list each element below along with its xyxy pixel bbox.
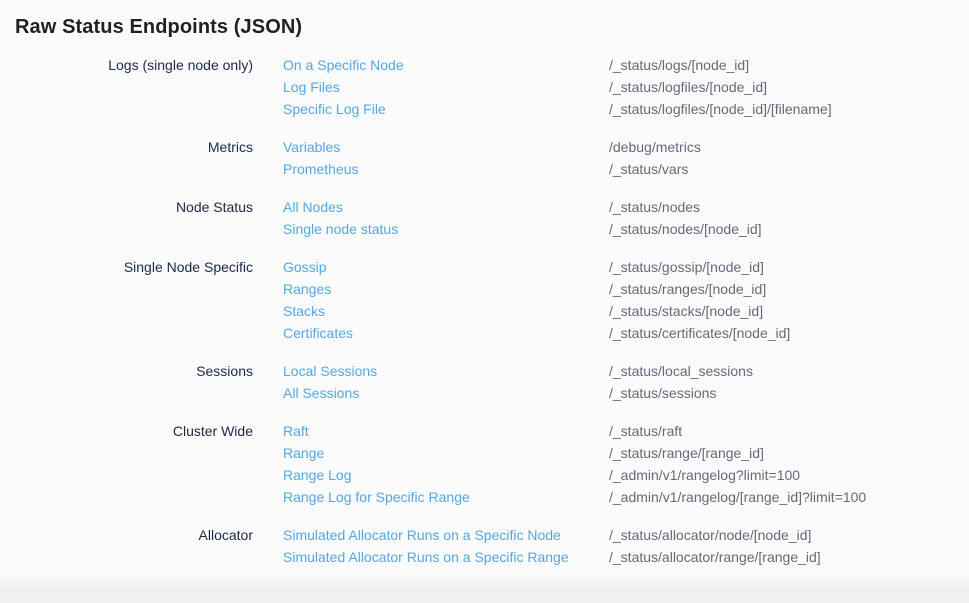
- endpoint-link[interactable]: Certificates: [283, 322, 609, 344]
- endpoint-link[interactable]: Stacks: [283, 300, 609, 322]
- endpoint-link[interactable]: Specific Log File: [283, 98, 609, 120]
- endpoint-paths: /debug/metrics/_status/vars: [609, 136, 969, 180]
- endpoint-paths: /_status/gossip/[node_id]/_status/ranges…: [609, 256, 969, 344]
- endpoint-path: /_status/range/[range_id]: [609, 442, 969, 464]
- endpoint-path: /_status/sessions: [609, 382, 969, 404]
- category-label: Allocator: [0, 524, 253, 568]
- endpoint-paths: /_status/nodes/_status/nodes/[node_id]: [609, 196, 969, 240]
- endpoint-section: Single Node Specific GossipRangesStacksC…: [0, 248, 969, 352]
- endpoint-path: /_status/logfiles/[node_id]/[filename]: [609, 98, 969, 120]
- endpoint-links: GossipRangesStacksCertificates: [283, 256, 609, 344]
- category-label: Sessions: [0, 360, 253, 404]
- endpoint-link[interactable]: Raft: [283, 420, 609, 442]
- endpoint-link[interactable]: Ranges: [283, 278, 609, 300]
- endpoint-link[interactable]: Variables: [283, 136, 609, 158]
- endpoint-path: /_status/nodes: [609, 196, 969, 218]
- endpoint-path: /_status/ranges/[node_id]: [609, 278, 969, 300]
- endpoint-link[interactable]: Local Sessions: [283, 360, 609, 382]
- category-label: Logs (single node only): [0, 54, 253, 120]
- endpoint-paths: /_status/local_sessions/_status/sessions: [609, 360, 969, 404]
- endpoint-path: /_status/certificates/[node_id]: [609, 322, 969, 344]
- category-label: Metrics: [0, 136, 253, 180]
- endpoint-link[interactable]: Simulated Allocator Runs on a Specific R…: [283, 546, 609, 568]
- endpoint-link[interactable]: Simulated Allocator Runs on a Specific N…: [283, 524, 609, 546]
- endpoint-paths: /_status/logs/[node_id]/_status/logfiles…: [609, 54, 969, 120]
- endpoint-section: Logs (single node only) On a Specific No…: [0, 46, 969, 128]
- category-label: Node Status: [0, 196, 253, 240]
- endpoint-path: /_status/logfiles/[node_id]: [609, 76, 969, 98]
- endpoint-section: Node Status All NodesSingle node status …: [0, 188, 969, 248]
- endpoint-path: /_admin/v1/rangelog?limit=100: [609, 464, 969, 486]
- endpoint-path: /_status/local_sessions: [609, 360, 969, 382]
- endpoint-section: Cluster Wide RaftRangeRange LogRange Log…: [0, 412, 969, 516]
- endpoint-path: /_status/allocator/node/[node_id]: [609, 524, 969, 546]
- endpoint-path: /_status/vars: [609, 158, 969, 180]
- endpoint-links: Local SessionsAll Sessions: [283, 360, 609, 404]
- endpoint-link[interactable]: On a Specific Node: [283, 54, 609, 76]
- endpoint-links: All NodesSingle node status: [283, 196, 609, 240]
- endpoint-path: /_status/gossip/[node_id]: [609, 256, 969, 278]
- endpoint-path: /_status/nodes/[node_id]: [609, 218, 969, 240]
- page-title: Raw Status Endpoints (JSON): [15, 14, 969, 40]
- endpoint-link[interactable]: Single node status: [283, 218, 609, 240]
- endpoint-link[interactable]: Prometheus: [283, 158, 609, 180]
- endpoint-path: /_status/raft: [609, 420, 969, 442]
- endpoint-section: Sessions Local SessionsAll Sessions /_st…: [0, 352, 969, 412]
- category-label: Single Node Specific: [0, 256, 253, 344]
- endpoint-link[interactable]: Range: [283, 442, 609, 464]
- endpoint-path: /_status/stacks/[node_id]: [609, 300, 969, 322]
- category-label: Cluster Wide: [0, 420, 253, 508]
- endpoint-section: Metrics VariablesPrometheus /debug/metri…: [0, 128, 969, 188]
- endpoint-path: /_status/logs/[node_id]: [609, 54, 969, 76]
- endpoint-link[interactable]: Gossip: [283, 256, 609, 278]
- endpoint-links: VariablesPrometheus: [283, 136, 609, 180]
- endpoint-path: /_status/allocator/range/[range_id]: [609, 546, 969, 568]
- endpoint-path: /debug/metrics: [609, 136, 969, 158]
- endpoint-link[interactable]: Log Files: [283, 76, 609, 98]
- footer-band: [0, 576, 969, 603]
- endpoint-path: /_admin/v1/rangelog/[range_id]?limit=100: [609, 486, 969, 508]
- endpoint-links: Simulated Allocator Runs on a Specific N…: [283, 524, 609, 568]
- endpoint-paths: /_status/allocator/node/[node_id]/_statu…: [609, 524, 969, 568]
- endpoint-paths: /_status/raft/_status/range/[range_id]/_…: [609, 420, 969, 508]
- endpoint-link[interactable]: All Sessions: [283, 382, 609, 404]
- endpoint-table: Logs (single node only) On a Specific No…: [0, 46, 969, 576]
- endpoint-link[interactable]: Range Log: [283, 464, 609, 486]
- raw-status-endpoints-page: Raw Status Endpoints (JSON) Logs (single…: [0, 0, 969, 576]
- endpoint-section: Allocator Simulated Allocator Runs on a …: [0, 516, 969, 576]
- endpoint-link[interactable]: All Nodes: [283, 196, 609, 218]
- endpoint-link[interactable]: Range Log for Specific Range: [283, 486, 609, 508]
- endpoint-links: On a Specific NodeLog FilesSpecific Log …: [283, 54, 609, 120]
- endpoint-links: RaftRangeRange LogRange Log for Specific…: [283, 420, 609, 508]
